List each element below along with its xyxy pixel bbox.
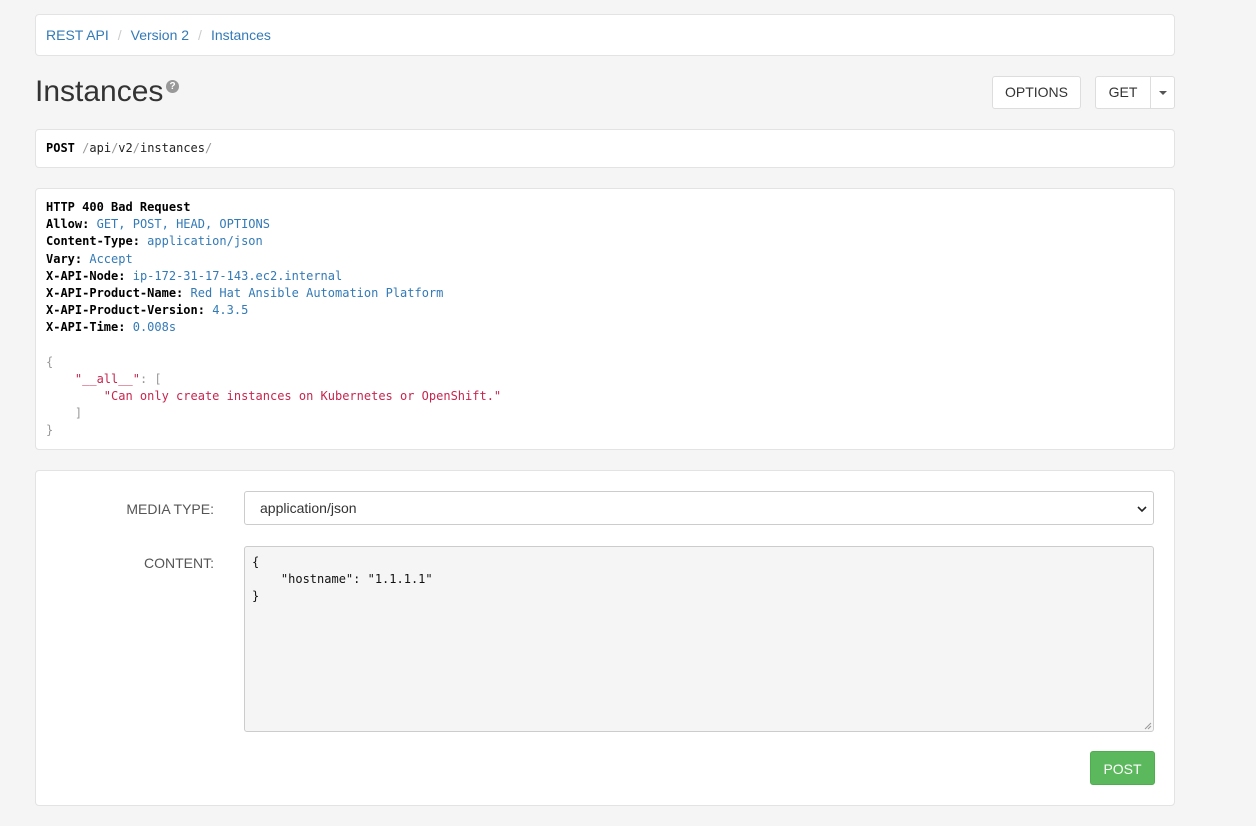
header-name: X-API-Product-Name: <box>46 285 184 300</box>
request-form: MEDIA TYPE: application/json CONTENT: { … <box>35 470 1175 806</box>
path-segment-resource: instances <box>139 141 206 155</box>
media-type-label: MEDIA TYPE: <box>126 501 214 517</box>
response-header-allow: Allow: GET, POST, HEAD, OPTIONS <box>46 216 1164 233</box>
question-circle-icon[interactable]: ? <box>166 80 179 93</box>
response-header-product-version: X-API-Product-Version: 4.3.5 <box>46 302 1164 319</box>
path-slash: / <box>132 141 140 155</box>
json-punctuation: { <box>46 354 54 369</box>
path-slash: / <box>205 141 213 155</box>
header-name: Content-Type: <box>46 234 140 249</box>
request-line: POST /api/v2/instances/ <box>35 129 1175 168</box>
json-message-line: "Can only create instances on Kubernetes… <box>46 388 1164 405</box>
json-close-brace: } <box>46 422 1164 439</box>
header-name: X-API-Node: <box>46 268 126 283</box>
resize-handle-icon[interactable] <box>1144 722 1152 730</box>
header-name: Allow: <box>46 217 90 232</box>
post-button[interactable]: POST <box>1090 751 1155 785</box>
json-punctuation: : [ <box>139 371 162 386</box>
content-label: CONTENT: <box>144 555 214 571</box>
chevron-down-icon <box>1137 506 1147 513</box>
request-method: POST <box>46 141 75 155</box>
breadcrumb: REST API / Version 2 / Instances <box>35 14 1175 56</box>
json-punctuation: } <box>46 423 54 438</box>
header-value: Red Hat Ansible Automation Platform <box>190 285 444 300</box>
media-type-value: application/json <box>260 500 357 516</box>
header-value: Accept <box>89 251 133 266</box>
header-value: 4.3.5 <box>212 303 249 318</box>
header-value: GET, POST, HEAD, OPTIONS <box>96 217 270 232</box>
json-key-line: "__all__": [ <box>46 371 1164 388</box>
path-segment-version: v2 <box>118 141 133 155</box>
response-status: HTTP 400 Bad Request <box>46 200 191 214</box>
response-header-api-node: X-API-Node: ip-172-31-17-143.ec2.interna… <box>46 268 1164 285</box>
breadcrumb-item-version-2[interactable]: Version 2 <box>131 27 189 43</box>
json-open-brace: { <box>46 354 1164 371</box>
path-segment-api: api <box>89 141 112 155</box>
header-value: ip-172-31-17-143.ec2.internal <box>132 268 343 283</box>
response-header-product-name: X-API-Product-Name: Red Hat Ansible Auto… <box>46 285 1164 302</box>
response-header-api-time: X-API-Time: 0.008s <box>46 319 1164 336</box>
header-value: 0.008s <box>132 320 177 335</box>
breadcrumb-item-rest-api[interactable]: REST API <box>46 27 109 43</box>
get-dropdown-toggle[interactable] <box>1150 76 1175 109</box>
breadcrumb-separator: / <box>117 27 122 43</box>
json-close-bracket: ] <box>46 405 1164 422</box>
header-name: X-API-Product-Version: <box>46 303 205 318</box>
options-button[interactable]: OPTIONS <box>992 76 1081 109</box>
header-name: Vary: <box>46 251 83 266</box>
content-textarea[interactable]: { "hostname": "1.1.1.1" } <box>244 546 1154 732</box>
get-button[interactable]: GET <box>1095 76 1151 109</box>
header-value: application/json <box>147 234 263 249</box>
json-punctuation: ] <box>74 406 83 421</box>
media-type-select[interactable]: application/json <box>244 491 1154 525</box>
caret-down-icon <box>1158 91 1167 96</box>
page-title: Instances <box>35 75 164 108</box>
response-header-vary: Vary: Accept <box>46 251 1164 268</box>
json-key: "__all__" <box>74 371 140 386</box>
header-name: X-API-Time: <box>46 320 126 335</box>
response-panel: HTTP 400 Bad Request Allow: GET, POST, HE… <box>35 188 1175 450</box>
response-header-content-type: Content-Type: application/json <box>46 233 1164 250</box>
breadcrumb-separator: / <box>198 27 202 43</box>
error-message: "Can only create instances on Kubernetes… <box>103 389 502 404</box>
breadcrumb-item-instances[interactable]: Instances <box>211 27 271 43</box>
